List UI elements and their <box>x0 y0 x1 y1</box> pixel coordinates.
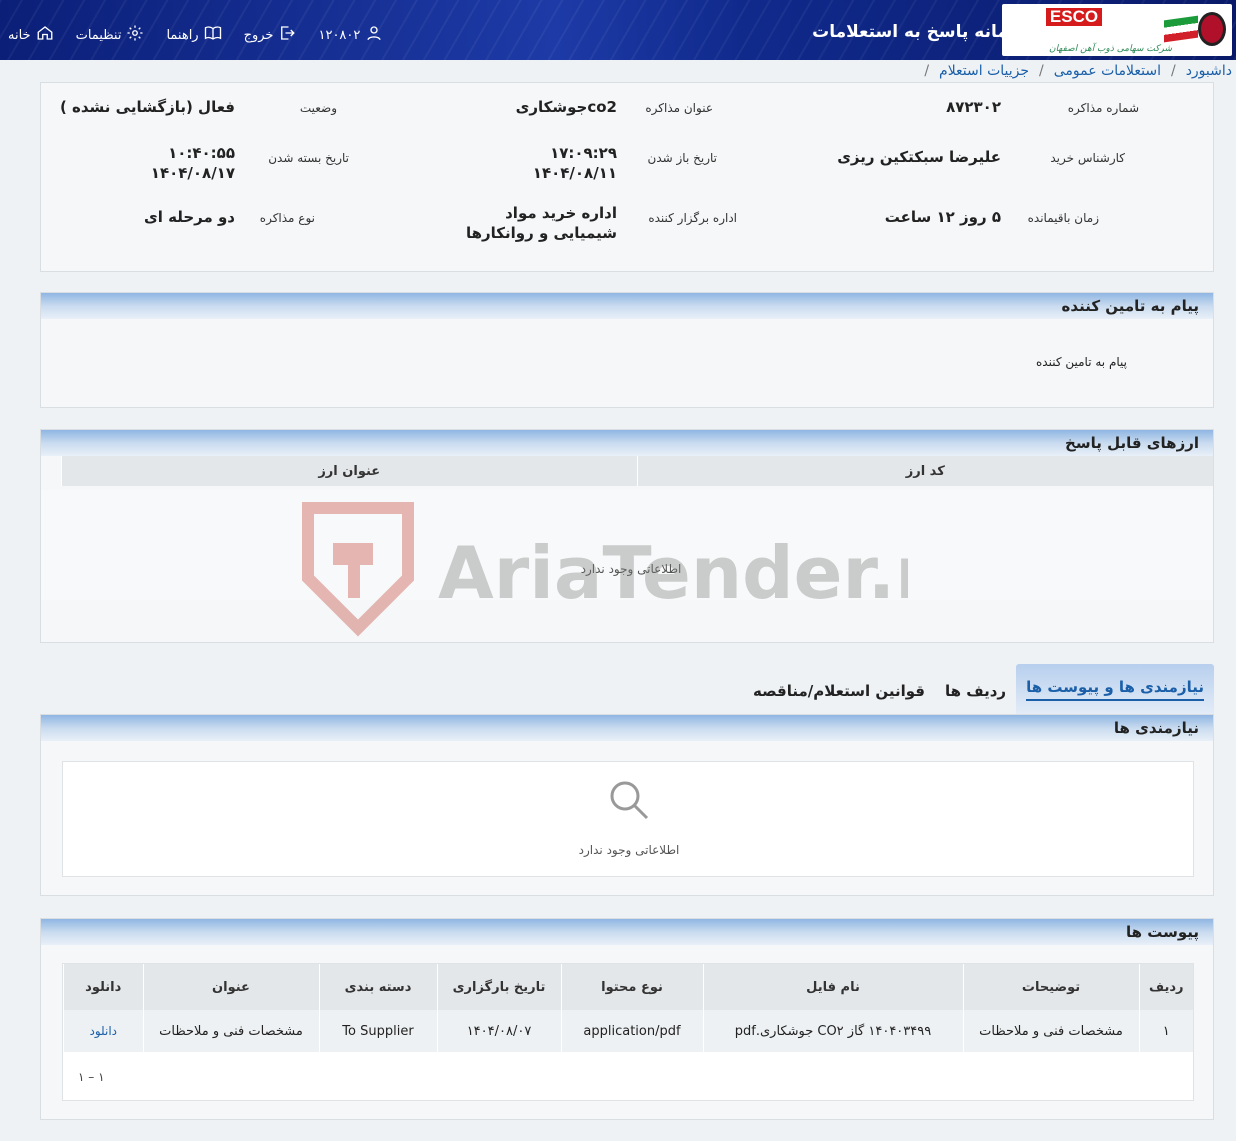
currencies-table: کد ارز عنوان ارز <box>61 456 1213 486</box>
search-icon <box>607 778 651 825</box>
logout-icon <box>278 24 296 46</box>
inquiry-info-panel: شماره مذاکره ۸۷۲۳۰۲ کارشناس خرید علیرضا … <box>40 82 1214 272</box>
gear-icon <box>126 24 144 46</box>
currencies-panel: ارزهای قابل پاسخ کد ارز عنوان ارز اطلاعا… <box>40 429 1214 643</box>
requirements-panel: نیازمندی ها اطلاعاتی وجود ندارد <box>40 714 1214 896</box>
nav-help[interactable]: راهنما <box>166 24 221 46</box>
breadcrumb-public-inquiries[interactable]: استعلامات عمومی <box>1054 63 1161 79</box>
expert-value: علیرضا سبکتکین ریزی <box>837 148 1001 166</box>
cell-row: ۱ <box>1138 1010 1193 1052</box>
open-label: تاریخ باز شدن <box>647 151 717 165</box>
cell-title: مشخصات فنی و ملاحظات <box>142 1010 319 1052</box>
status-label: وضعیت <box>299 101 337 115</box>
logo-subtitle: شرکت سهامی ذوب آهن اصفهان <box>1049 44 1172 54</box>
flag-icon <box>1164 15 1198 43</box>
currencies-empty-text: اطلاعاتی وجود ندارد <box>580 562 682 576</box>
emblem-icon <box>1198 12 1226 46</box>
currencies-title: ارزهای قابل پاسخ <box>41 430 1213 456</box>
column-header-row[interactable]: ردیف <box>1138 964 1193 1010</box>
attachments-title: پیوست ها <box>41 919 1213 945</box>
breadcrumb: داشبورد / استعلامات عمومی / جزییات استعل… <box>0 60 1232 82</box>
dept-value: اداره خرید مواد شیمیایی و روانکارها <box>465 204 617 242</box>
expert-label: کارشناس خرید <box>1050 151 1125 165</box>
logo-text: ESCO <box>1046 8 1102 26</box>
breadcrumb-separator: / <box>1039 63 1044 79</box>
breadcrumb-separator: / <box>924 63 930 79</box>
remaining-value: ۵ روز ۱۲ ساعت <box>884 208 1001 226</box>
number-value: ۸۷۲۳۰۲ <box>946 98 1001 116</box>
supplier-message-body: پیام به تامین کننده <box>1036 355 1127 369</box>
requirements-title: نیازمندی ها <box>41 715 1213 741</box>
company-logo[interactable]: ESCO شرکت سهامی ذوب آهن اصفهان <box>1002 4 1232 56</box>
cell-description: مشخصات فنی و ملاحظات <box>962 1010 1139 1052</box>
title-label: عنوان مذاکره <box>645 101 713 115</box>
user-profile[interactable]: ۱۲۰۸۰۲ <box>318 24 383 46</box>
attachments-table-wrap: ردیف توضیحات نام فایل نوع محتوا تاریخ با… <box>62 963 1194 1101</box>
breadcrumb-dashboard[interactable]: داشبورد <box>1186 63 1232 79</box>
book-icon <box>204 24 222 46</box>
nav-settings-label: تنظیمات <box>75 27 122 43</box>
home-icon <box>36 24 54 46</box>
pagination-info: ۱ – ۱ <box>78 1070 105 1084</box>
close-date: ۱۴۰۴/۰۸/۱۷ <box>150 164 235 182</box>
column-header-content-type[interactable]: نوع محتوا <box>560 964 703 1010</box>
nav-logout[interactable]: خروج <box>244 24 297 46</box>
requirements-box: اطلاعاتی وجود ندارد <box>62 761 1194 877</box>
nav-home[interactable]: خانه <box>8 24 54 46</box>
column-header-currency-title[interactable]: عنوان ارز <box>61 456 637 486</box>
nav-home-label: خانه <box>8 27 31 43</box>
nav-settings[interactable]: تنظیمات <box>76 24 145 46</box>
cell-filename: ۱۴۰۴۰۳۴۹۹ گاز CO۲ جوشکاری.pdf <box>702 1010 963 1052</box>
column-header-download[interactable]: دانلود <box>63 964 144 1010</box>
column-header-title[interactable]: عنوان <box>142 964 319 1010</box>
column-header-category[interactable]: دسته بندی <box>318 964 437 1010</box>
title-value: co2جوشکاری <box>515 98 617 116</box>
cell-upload-date: ۱۴۰۴/۰۸/۰۷ <box>436 1010 561 1052</box>
column-header-description[interactable]: توضیحات <box>962 964 1139 1010</box>
nav-logout-label: خروج <box>243 27 274 43</box>
cell-content-type: application/pdf <box>560 1010 703 1052</box>
requirements-empty: اطلاعاتی وجود ندارد <box>569 778 689 857</box>
top-bar: ESCO شرکت سهامی ذوب آهن اصفهان سامانه پا… <box>0 0 1236 60</box>
column-header-upload-date[interactable]: تاریخ بارگزاری <box>436 964 561 1010</box>
nav-help-label: راهنما <box>166 27 199 43</box>
breadcrumb-inquiry-details[interactable]: جزییات استعلام <box>939 63 1029 79</box>
cell-download: دانلود <box>63 1010 143 1052</box>
supplier-message-panel: پیام به تامین کننده پیام به تامین کننده <box>40 292 1214 408</box>
close-time: ۱۰:۴۰:۵۵ <box>168 144 235 162</box>
download-link[interactable]: دانلود <box>89 1024 117 1038</box>
table-row: ۱ مشخصات فنی و ملاحظات ۱۴۰۴۰۳۴۹۹ گاز CO۲… <box>63 1010 1193 1052</box>
attachments-table: ردیف توضیحات نام فایل نوع محتوا تاریخ با… <box>63 964 1193 1052</box>
tab-rows[interactable]: ردیف ها <box>935 682 1016 714</box>
tab-inquiry-rules[interactable]: قوانین استعلام/مناقصه <box>743 682 935 714</box>
cell-category: To Supplier <box>318 1010 437 1052</box>
attachments-panel: پیوست ها ردیف توضیحات نام فایل نوع محتوا… <box>40 918 1214 1120</box>
supplier-message-title: پیام به تامین کننده <box>41 293 1213 319</box>
dept-label: اداره برگزار کننده <box>648 211 737 225</box>
status-value: فعال (بازگشایی نشده ) <box>59 98 235 116</box>
column-header-filename[interactable]: نام فایل <box>702 964 963 1010</box>
open-date: ۱۴۰۴/۰۸/۱۱ <box>532 164 617 182</box>
number-label: شماره مذاکره <box>1067 101 1139 115</box>
type-label: نوع مذاکره <box>259 211 315 225</box>
user-id: ۱۲۰۸۰۲ <box>318 27 361 43</box>
top-nav: خانه تنظیمات راهنما خروج ۱۲۰۸۰۲ <box>8 24 383 46</box>
user-icon <box>365 24 383 46</box>
currencies-empty-area: اطلاعاتی وجود ندارد <box>41 490 1213 600</box>
requirements-empty-text: اطلاعاتی وجود ندارد <box>578 843 680 857</box>
open-time: ۱۷:۰۹:۲۹ <box>550 144 617 162</box>
close-label: تاریخ بسته شدن <box>268 151 349 165</box>
breadcrumb-separator: / <box>1170 63 1176 79</box>
remaining-label: زمان باقیمانده <box>1027 211 1099 225</box>
type-value: دو مرحله ای <box>143 208 235 226</box>
column-header-currency-code[interactable]: کد ارز <box>636 456 1213 486</box>
app-title: سامانه پاسخ به استعلامات <box>812 22 1031 42</box>
tab-requirements-attachments[interactable]: نیازمندی ها و پیوست ها <box>1016 664 1214 714</box>
detail-tabs: نیازمندی ها و پیوست ها ردیف ها قوانین اس… <box>743 664 1214 714</box>
